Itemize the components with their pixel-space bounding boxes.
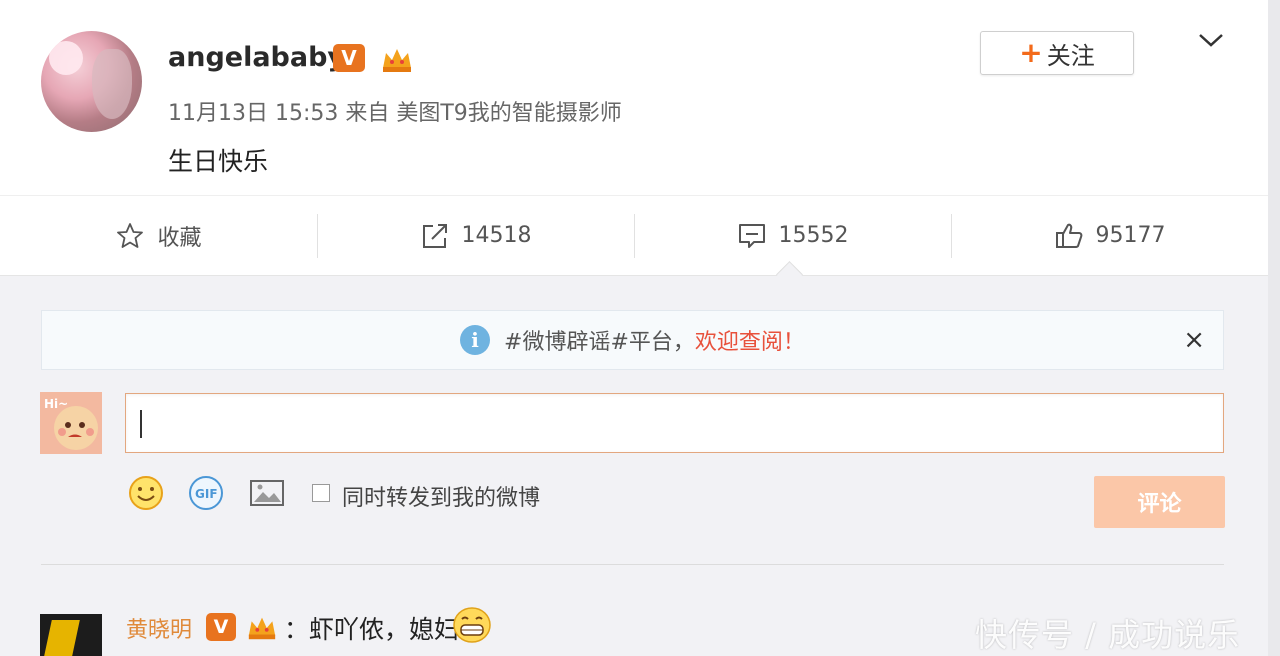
commenter-avatar[interactable] — [40, 614, 102, 656]
notice-text[interactable]: #微博辟谣#平台， — [504, 324, 695, 356]
follow-button[interactable]: + 关注 — [980, 31, 1134, 75]
my-avatar[interactable]: Hi~ — [40, 392, 102, 454]
close-icon[interactable]: × — [1183, 325, 1205, 355]
notice-link[interactable]: 欢迎查阅！ — [695, 324, 805, 356]
favorite-button[interactable]: 收藏 — [0, 196, 317, 275]
image-icon[interactable] — [248, 474, 286, 512]
like-button[interactable]: 95177 — [951, 196, 1268, 275]
comment-input[interactable] — [125, 393, 1224, 453]
chevron-down-icon[interactable] — [1196, 28, 1226, 52]
commenter-verified-icon: V — [206, 613, 236, 641]
sync-repost-checkbox[interactable] — [312, 484, 330, 502]
action-bar: 收藏 14518 15552 95177 — [0, 195, 1268, 276]
commenter-name[interactable]: 黄晓明 — [126, 612, 192, 644]
rumor-notice: i #微博辟谣#平台， 欢迎查阅！ × — [41, 310, 1224, 370]
thumbs-up-icon — [1055, 223, 1082, 248]
scrollbar-track[interactable] — [1268, 0, 1280, 656]
comment-text: ：虾吖侬，媳妇 — [284, 615, 460, 644]
repost-count: 14518 — [461, 223, 532, 248]
favorite-label: 收藏 — [157, 225, 202, 251]
gif-icon[interactable]: GIF — [187, 474, 225, 512]
comment-count: 15552 — [778, 223, 849, 248]
repost-icon — [422, 223, 447, 248]
like-count: 95177 — [1095, 223, 1166, 248]
emoji-icon[interactable] — [127, 474, 165, 512]
comment-divider — [41, 564, 1224, 565]
commenter-crown-icon — [248, 617, 276, 640]
grin-emoji-icon — [453, 607, 491, 643]
svg-text:Hi~: Hi~ — [44, 397, 68, 411]
comment-icon — [738, 223, 765, 248]
sync-repost-label[interactable]: 同时转发到我的微博 — [342, 480, 540, 512]
star-icon — [117, 222, 144, 248]
post-text: 生日快乐 — [168, 147, 269, 176]
repost-button[interactable]: 14518 — [317, 196, 634, 275]
svg-text:GIF: GIF — [195, 487, 218, 501]
plus-icon: + — [1019, 36, 1043, 69]
watermark: 快传号 / 成功说乐 — [975, 616, 1241, 654]
author-name[interactable]: angelababy — [168, 42, 345, 73]
crown-badge-icon — [383, 49, 411, 72]
post-meta: 11月13日 15:53 来自 美图T9我的智能摄影师 — [168, 101, 622, 126]
follow-label: 关注 — [1046, 41, 1095, 70]
verified-badge-icon: V — [333, 44, 365, 72]
author-avatar[interactable] — [41, 31, 142, 132]
text-cursor — [140, 410, 142, 438]
submit-comment-button[interactable]: 评论 — [1094, 476, 1225, 528]
info-icon: i — [460, 325, 491, 355]
